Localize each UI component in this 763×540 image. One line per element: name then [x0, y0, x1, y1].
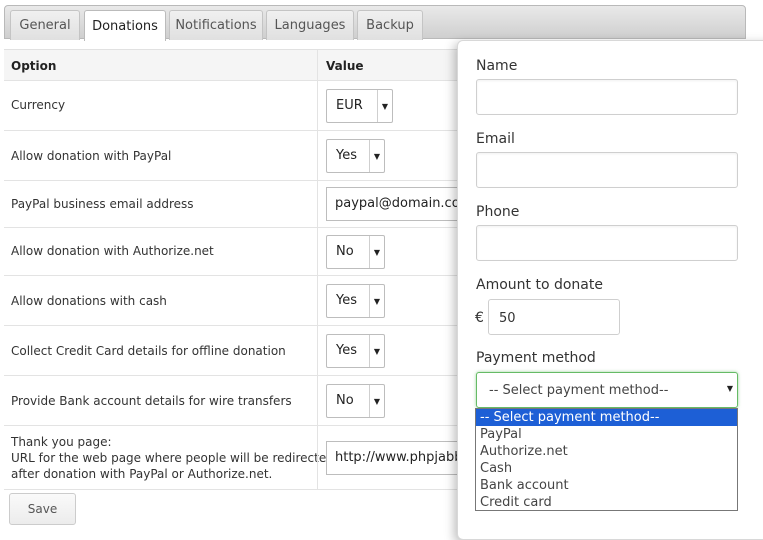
option-label: PayPal business email address	[11, 197, 194, 211]
tab-languages[interactable]: Languages	[266, 10, 354, 40]
column-divider	[317, 326, 318, 375]
option-description: after donation with PayPal or Authorize.…	[11, 467, 273, 481]
select-value: No	[336, 244, 354, 259]
chevron-down-icon: ▼	[369, 285, 384, 317]
column-header-option: Option	[11, 59, 57, 73]
table-row: Allow donation with Authorize.net No ▼	[4, 228, 464, 276]
table-row: PayPal business email address paypal@dom…	[4, 181, 486, 228]
chevron-down-icon: ▼	[369, 140, 384, 172]
dropdown-option[interactable]: -- Select payment method--	[476, 409, 737, 426]
tab-label: Languages	[274, 18, 346, 33]
select-value: Yes	[336, 148, 357, 163]
column-divider	[317, 276, 318, 325]
table-row: Allow donation with PayPal Yes ▼	[4, 131, 464, 181]
select-value: Yes	[336, 293, 357, 308]
chevron-down-icon: ▼	[377, 90, 392, 122]
save-button-label: Save	[27, 502, 58, 516]
credit-card-select[interactable]: Yes ▼	[326, 334, 385, 368]
select-value: EUR	[336, 98, 363, 113]
dropdown-option[interactable]: PayPal	[476, 426, 737, 443]
options-table: Option Value Currency EUR ▼ Allow donati…	[4, 49, 486, 490]
email-label: Email	[476, 131, 515, 147]
dropdown-option[interactable]: Credit card	[476, 494, 737, 511]
tab-backup[interactable]: Backup	[357, 10, 423, 40]
amount-label: Amount to donate	[476, 277, 603, 293]
table-header: Option Value	[4, 50, 464, 81]
option-label: Allow donation with PayPal	[11, 149, 172, 163]
authorize-select[interactable]: No ▼	[326, 235, 385, 269]
tab-label: Donations	[92, 18, 158, 34]
save-button[interactable]: Save	[9, 493, 76, 525]
chevron-down-icon: ▼	[369, 335, 384, 367]
tab-bar: General Donations Notifications Language…	[4, 5, 746, 41]
tab-notifications[interactable]: Notifications	[169, 10, 263, 40]
select-value: No	[336, 393, 354, 408]
option-label: Thank you page:	[11, 435, 112, 449]
phone-input[interactable]	[476, 225, 738, 261]
chevron-down-icon: ▼	[726, 384, 733, 393]
tab-general[interactable]: General	[10, 10, 80, 40]
phone-label: Phone	[476, 204, 520, 220]
column-divider	[317, 131, 318, 180]
table-row: Allow donations with cash Yes ▼	[4, 276, 464, 326]
name-input[interactable]	[476, 79, 738, 115]
euro-symbol: €	[475, 310, 484, 326]
tab-label: Notifications	[175, 18, 257, 33]
column-divider	[317, 228, 318, 275]
option-label: Collect Credit Card details for offline …	[11, 344, 286, 358]
tab-donations[interactable]: Donations	[84, 10, 166, 41]
column-divider	[317, 50, 318, 80]
table-row: Collect Credit Card details for offline …	[4, 326, 464, 376]
payment-method-dropdown: -- Select payment method-- PayPal Author…	[475, 408, 738, 511]
currency-select[interactable]: EUR ▼	[326, 89, 393, 123]
cash-select[interactable]: Yes ▼	[326, 284, 385, 318]
paypal-select[interactable]: Yes ▼	[326, 139, 385, 173]
option-description: URL for the web page where people will b…	[11, 451, 334, 465]
dropdown-option[interactable]: Authorize.net	[476, 443, 737, 460]
chevron-down-icon: ▼	[369, 236, 384, 268]
tab-label: General	[19, 18, 71, 33]
chevron-down-icon: ▼	[369, 385, 384, 417]
table-row: Thank you page: URL for the web page whe…	[4, 426, 486, 490]
option-label: Allow donation with Authorize.net	[11, 244, 214, 258]
column-header-value: Value	[326, 59, 364, 73]
column-divider	[317, 426, 318, 489]
bank-account-select[interactable]: No ▼	[326, 384, 385, 418]
column-divider	[317, 81, 318, 130]
table-row: Currency EUR ▼	[4, 81, 464, 131]
option-label: Provide Bank account details for wire tr…	[11, 394, 292, 408]
dropdown-option[interactable]: Cash	[476, 460, 737, 477]
amount-input[interactable]: 50	[488, 299, 620, 335]
select-value: -- Select payment method--	[489, 383, 669, 398]
email-input[interactable]	[476, 152, 738, 188]
tab-label: Backup	[366, 18, 414, 33]
select-value: Yes	[336, 343, 357, 358]
name-label: Name	[476, 58, 518, 74]
payment-method-select[interactable]: -- Select payment method-- ▼	[476, 372, 738, 408]
dropdown-option[interactable]: Bank account	[476, 477, 737, 494]
column-divider	[317, 376, 318, 425]
table-row: Provide Bank account details for wire tr…	[4, 376, 464, 426]
column-divider	[317, 181, 318, 227]
option-label: Currency	[11, 98, 66, 112]
payment-method-label: Payment method	[476, 350, 596, 366]
option-label: Allow donations with cash	[11, 294, 167, 308]
